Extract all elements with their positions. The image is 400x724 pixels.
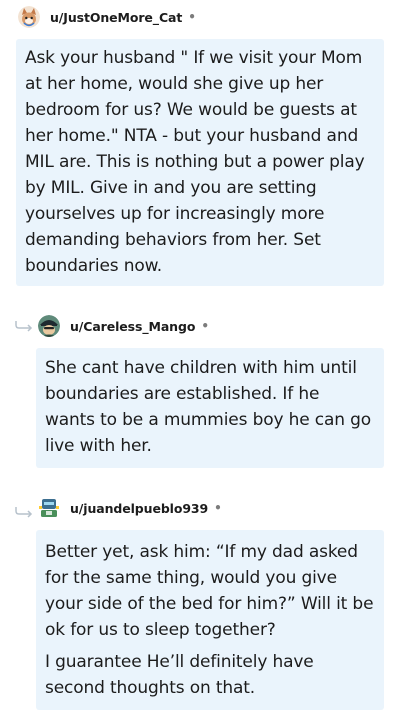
separator-dot: • bbox=[214, 501, 222, 515]
comment-1: u/JustOneMore_Cat • Ask your husband " I… bbox=[0, 0, 400, 290]
comment-header: u/Careless_Mango • bbox=[38, 312, 209, 340]
username[interactable]: u/juandelpueblo939 bbox=[70, 501, 208, 516]
comment-body: She cant have children with him until bo… bbox=[36, 348, 384, 468]
separator-dot: • bbox=[201, 319, 209, 333]
comment-2: u/Careless_Mango • She cant have childre… bbox=[0, 300, 400, 470]
cat-avatar-icon[interactable] bbox=[18, 6, 40, 28]
comment-header: u/juandelpueblo939 • bbox=[38, 494, 222, 522]
reply-arrow-icon bbox=[15, 321, 33, 332]
mango-avatar-icon[interactable] bbox=[38, 315, 60, 337]
robot-avatar-icon[interactable] bbox=[38, 497, 60, 519]
comment-body: Ask your husband " If we visit your Mom … bbox=[16, 39, 384, 286]
comment-body: Better yet, ask him: “If my dad asked fo… bbox=[36, 530, 384, 710]
username[interactable]: u/Careless_Mango bbox=[70, 319, 195, 334]
comment-3: u/juandelpueblo939 • Better yet, ask him… bbox=[0, 488, 400, 724]
separator-dot: • bbox=[188, 10, 196, 24]
comment-text: She cant have children with him until bo… bbox=[45, 358, 372, 456]
comment-text: Better yet, ask him: “If my dad asked fo… bbox=[45, 542, 374, 640]
reply-arrow-icon bbox=[15, 507, 33, 518]
comment-text: I guarantee He’ll definitely have second… bbox=[45, 652, 314, 698]
username[interactable]: u/JustOneMore_Cat bbox=[50, 10, 182, 25]
comment-header: u/JustOneMore_Cat • bbox=[18, 3, 196, 31]
comment-text: Ask your husband " If we visit your Mom … bbox=[25, 48, 365, 276]
